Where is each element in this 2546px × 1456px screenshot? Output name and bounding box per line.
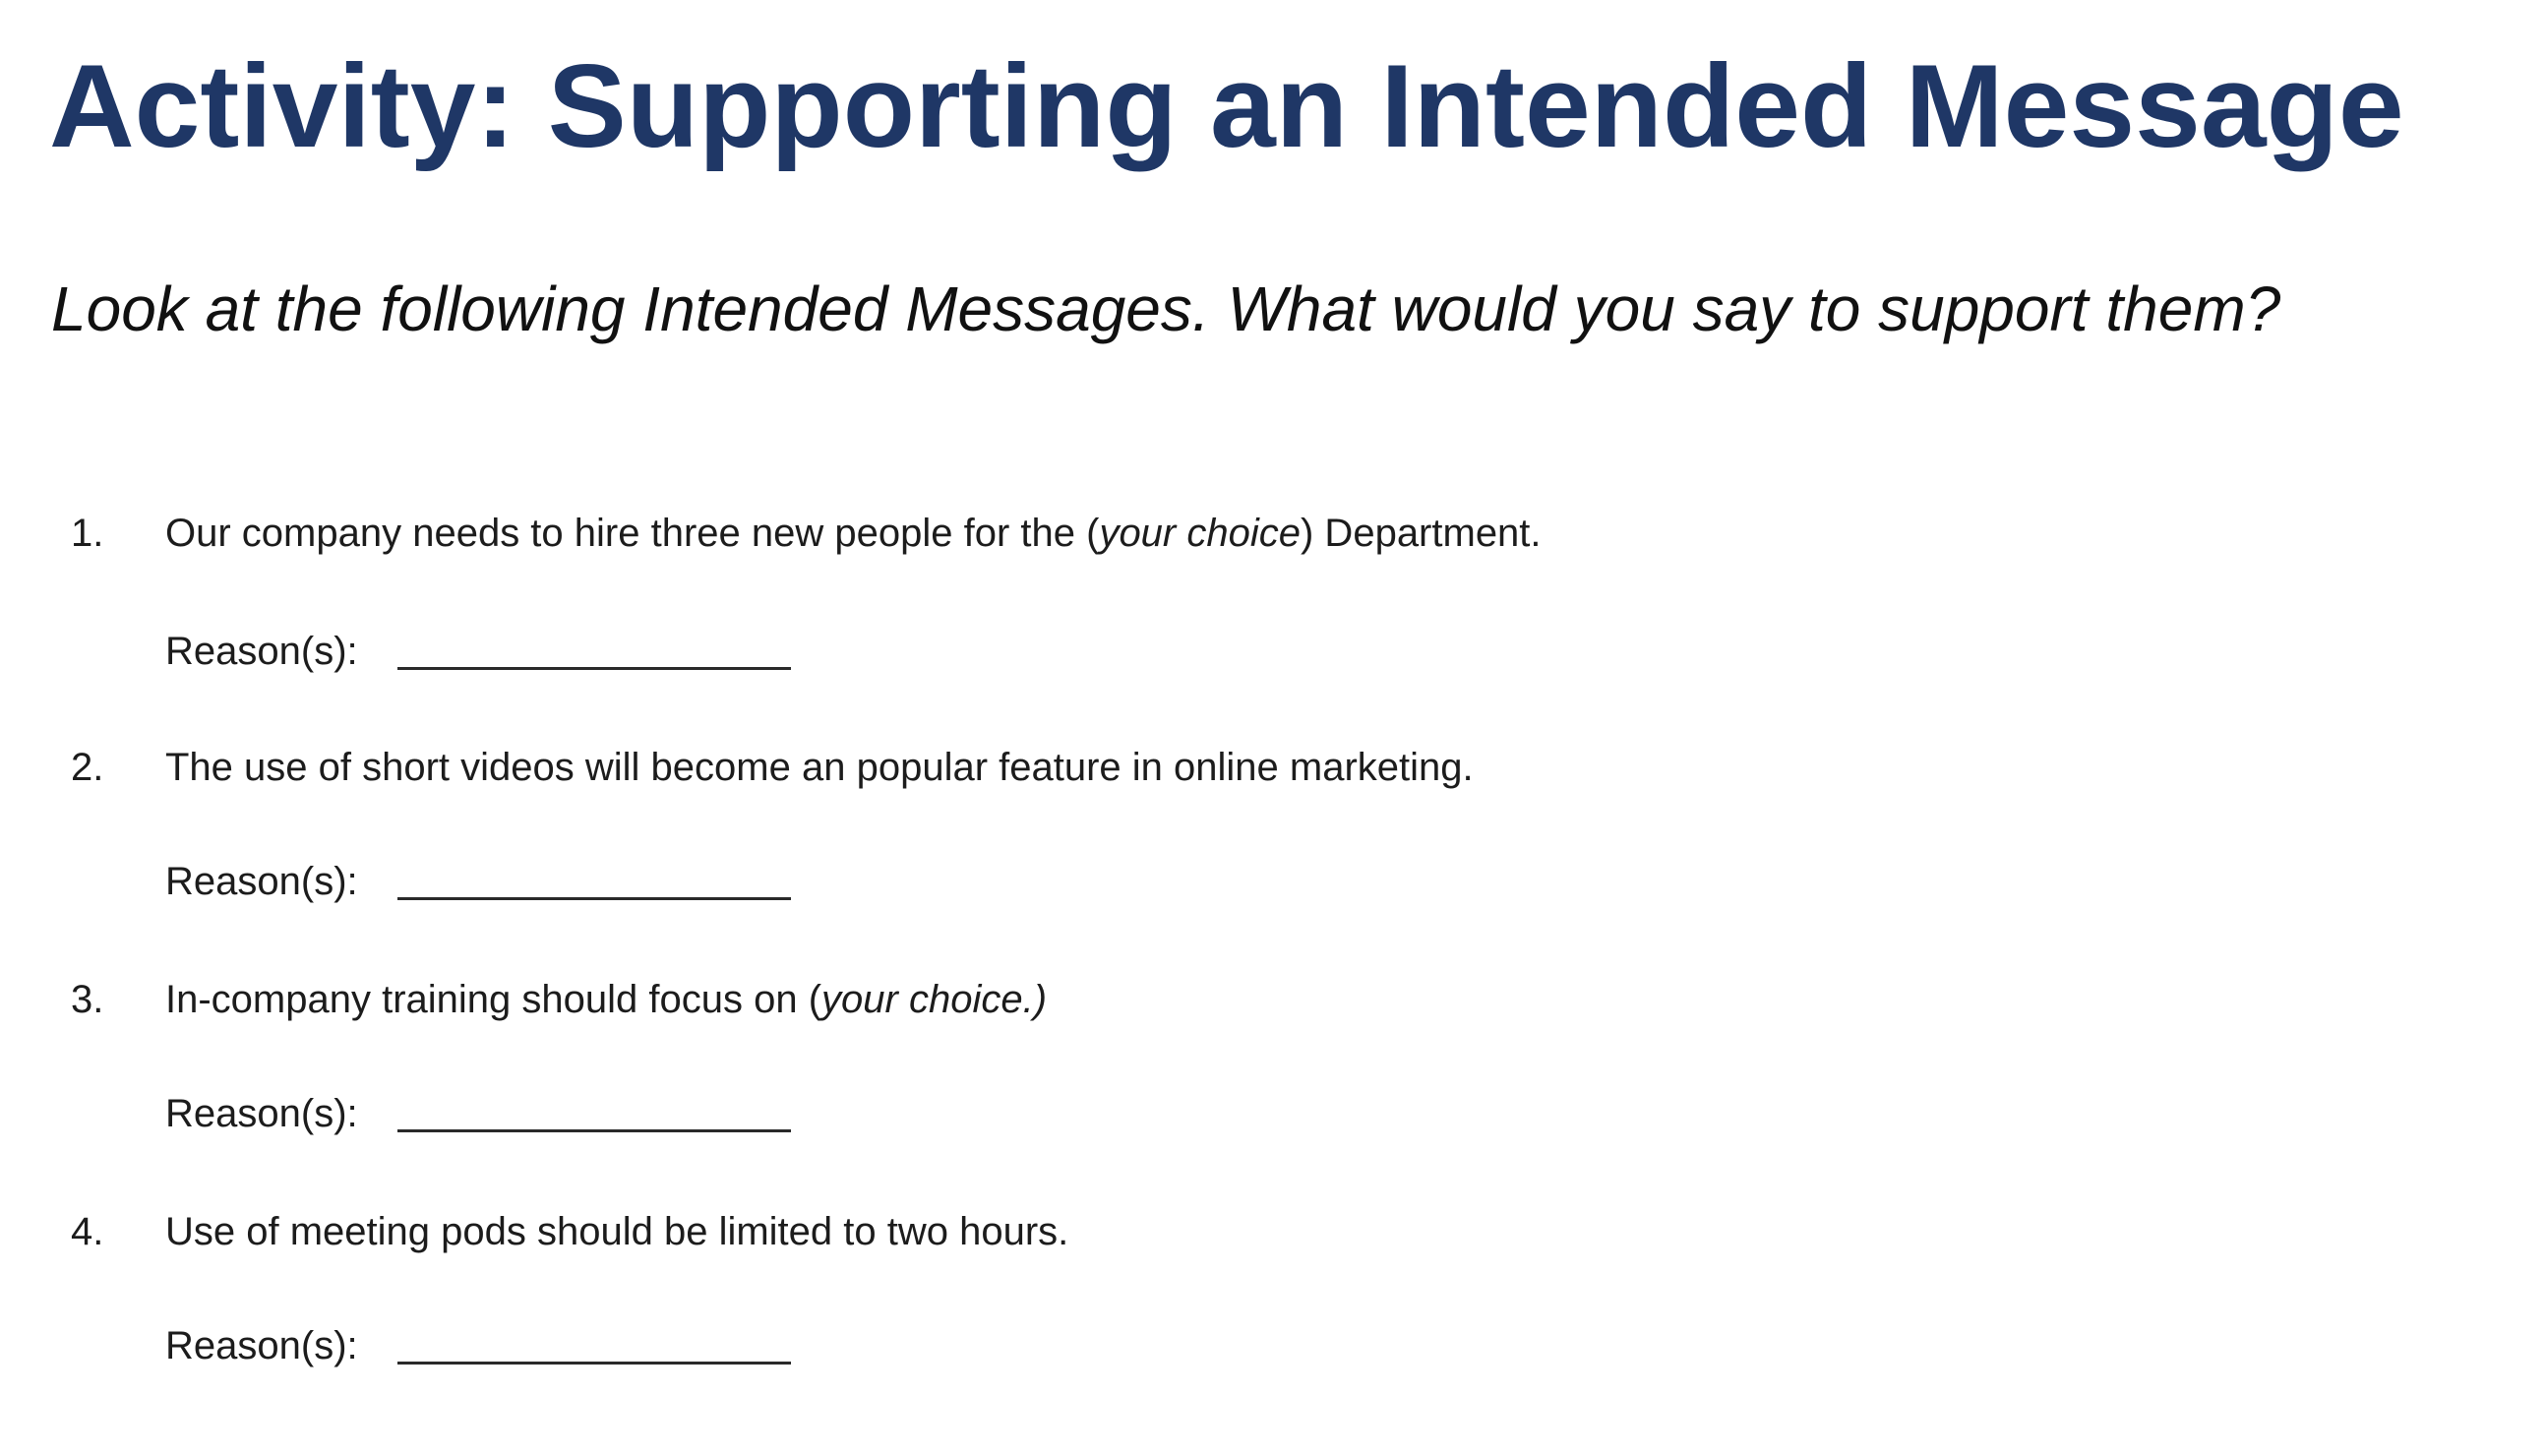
- item-number: 4.: [71, 1210, 104, 1253]
- intended-message: Use of meeting pods should be limited to…: [165, 1210, 1069, 1253]
- reason-blank[interactable]: [397, 1362, 791, 1365]
- intended-message: The use of short videos will become an p…: [165, 746, 1474, 789]
- reason-blank[interactable]: [397, 667, 791, 670]
- item-number: 2.: [71, 746, 104, 789]
- reason-blank[interactable]: [397, 1129, 791, 1132]
- page-title: Activity: Supporting an Intended Message: [49, 40, 2404, 172]
- reason-blank[interactable]: [397, 897, 791, 900]
- instruction-text: Look at the following Intended Messages.…: [51, 273, 2281, 344]
- intended-message: Our company needs to hire three new peop…: [165, 512, 1542, 555]
- intended-message: In-company training should focus on (you…: [165, 978, 1048, 1021]
- reason-row: Reason(s):: [165, 622, 791, 681]
- reason-label: Reason(s):: [165, 1092, 358, 1135]
- reason-row: Reason(s):: [165, 852, 791, 911]
- reason-label: Reason(s):: [165, 860, 358, 903]
- item-number: 1.: [71, 512, 104, 555]
- item-number: 3.: [71, 978, 104, 1021]
- reason-label: Reason(s):: [165, 1324, 358, 1367]
- reason-row: Reason(s):: [165, 1316, 791, 1375]
- reason-row: Reason(s):: [165, 1084, 791, 1143]
- reason-label: Reason(s):: [165, 630, 358, 673]
